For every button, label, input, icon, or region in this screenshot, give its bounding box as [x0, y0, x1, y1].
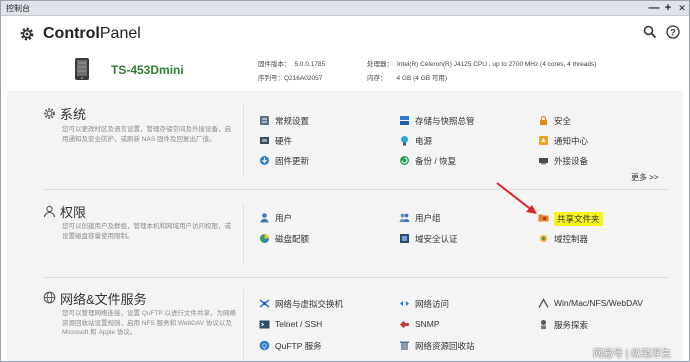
users-icon — [260, 213, 269, 223]
title-bar: 控制台 — + ✕ — [1, 1, 689, 16]
app-name-bold: Control — [43, 25, 100, 42]
section-desc-system: 您可以更改时区及语言设置，管理存储空间及外接设备，启用通知及安全防护，或刷新 N… — [62, 126, 231, 143]
recycle-bin-icon — [400, 341, 409, 350]
item-label: SNMP — [415, 319, 440, 329]
item-label: 固件更新 — [275, 156, 310, 166]
item-label: Win/Mac/NFS/WebDAV — [554, 298, 643, 308]
watermark: 网易号 | 纵笔浮生 — [593, 349, 672, 360]
power-icon — [401, 136, 408, 146]
storage-icon — [400, 116, 409, 125]
maximize-button[interactable]: + — [661, 1, 675, 15]
annotation-arrow-icon — [496, 182, 537, 214]
item-label: 硬件 — [275, 136, 293, 146]
divider — [243, 103, 244, 177]
item-label: 通知中心 — [554, 136, 589, 146]
more-link[interactable]: 更多 >> — [631, 172, 659, 183]
item-label: 服务探索 — [554, 320, 589, 330]
user-icon — [43, 205, 56, 218]
lock-icon — [540, 115, 547, 125]
section-desc-network: 您可以管理网络连接，设置 QuFTP 以进行文件共享，为网络资源回收站设置规则，… — [62, 310, 236, 336]
user-group-icon — [399, 213, 410, 222]
search-icon[interactable] — [643, 25, 657, 39]
item-label: 常规设置 — [275, 116, 310, 126]
close-button[interactable]: ✕ — [675, 1, 689, 15]
help-icon[interactable]: ? — [666, 25, 680, 39]
app-name-rest: Panel — [99, 25, 141, 42]
item-label: 网络访问 — [415, 299, 450, 309]
memory-value: 4 GB (4 GB 可用) — [396, 75, 448, 82]
network-access-icon — [400, 301, 409, 306]
item-label: 网络与虚拟交换机 — [275, 299, 344, 309]
external-device-icon — [539, 158, 548, 165]
settings-panel: 系统 您可以更改时区及语言设置，管理存储空间及外接设备，启用通知及安全防护，或刷… — [7, 91, 683, 361]
cpu-value: Intel(R) Celeron(R) J4125 CPU , up to 27… — [397, 61, 597, 68]
terminal-icon — [259, 320, 270, 329]
serial-value: Q216A02057 — [284, 75, 323, 82]
hardware-icon — [260, 137, 269, 144]
section-title-system: 系统 — [60, 107, 87, 122]
window-title: 控制台 — [6, 4, 30, 13]
app-name: ControlPanel — [43, 25, 141, 43]
minimize-button[interactable]: — — [647, 1, 661, 15]
quftp-icon: Q — [259, 340, 270, 351]
serial-label: 序列号： — [258, 75, 284, 82]
item-label: Telnet / SSH — [275, 319, 323, 329]
domain-controller-icon — [540, 235, 547, 242]
item-label: 域安全认证 — [415, 234, 458, 244]
section-divider — [43, 189, 669, 190]
item-label: 备份 / 恢复 — [415, 156, 457, 166]
network-switch-icon — [259, 299, 270, 308]
disk-quota-icon — [260, 234, 269, 243]
file-protocol-icon — [538, 298, 549, 308]
item-label: 用户 — [275, 213, 293, 223]
item-label: 磁盘配额 — [275, 234, 310, 244]
cpu-label: 处理器： — [367, 61, 393, 68]
svg-text:?: ? — [670, 28, 676, 38]
svg-text:Q: Q — [262, 344, 267, 350]
item-label: 网络资源回收站 — [415, 341, 475, 351]
item-label: QuFTP 服务 — [275, 341, 322, 351]
network-globe-icon — [43, 291, 56, 304]
firmware-update-icon — [260, 156, 269, 165]
general-settings-icon — [260, 116, 269, 125]
backup-icon — [400, 156, 409, 165]
item-label: 共享文件夹 — [554, 212, 603, 226]
item-label: 外接设备 — [554, 156, 589, 166]
snmp-icon — [400, 321, 410, 328]
item-label: 域控制器 — [554, 234, 589, 244]
item-label: 用户组 — [415, 213, 441, 223]
memory-label: 内存： — [367, 75, 387, 82]
item-label: 电源 — [415, 136, 433, 146]
section-title-network: 网络&文件服务 — [60, 292, 147, 307]
nas-device-icon — [75, 58, 89, 80]
divider — [243, 203, 244, 265]
device-info-bar: TS-453Dmini 固件版本： 5.0.0.1785 序列号：Q216A020… — [1, 46, 689, 91]
item-label: 安全 — [554, 116, 572, 126]
gear-icon — [20, 27, 34, 41]
section-desc-privilege: 您可以创建用户及群组，管理本机和网域用户访问权限，或设置磁盘容量使用限制。 — [62, 223, 231, 240]
divider — [243, 289, 244, 361]
firmware-value: 5.0.0.1785 — [294, 61, 326, 68]
service-discovery-icon — [541, 320, 546, 329]
firmware-info: 固件版本： 5.0.0.1785 — [258, 58, 325, 68]
control-panel-window: 控制台 — + ✕ ControlPanel ? TS-453Dmini 固件版… — [0, 0, 690, 362]
device-name: TS-453Dmini — [111, 63, 184, 77]
serial-info: 序列号：Q216A02057 — [258, 72, 322, 82]
system-gear-icon — [44, 108, 55, 119]
section-title-privilege: 权限 — [60, 205, 87, 220]
domain-security-icon — [400, 234, 409, 243]
item-label: 存储与快照总管 — [415, 116, 475, 126]
cpu-info: 处理器： Intel(R) Celeron(R) J4125 CPU , up t… — [367, 58, 596, 68]
section-divider — [43, 277, 669, 278]
memory-info: 内存： 4 GB (4 GB 可用) — [367, 72, 447, 82]
notification-icon — [539, 136, 548, 145]
firmware-label: 固件版本： — [258, 61, 291, 68]
